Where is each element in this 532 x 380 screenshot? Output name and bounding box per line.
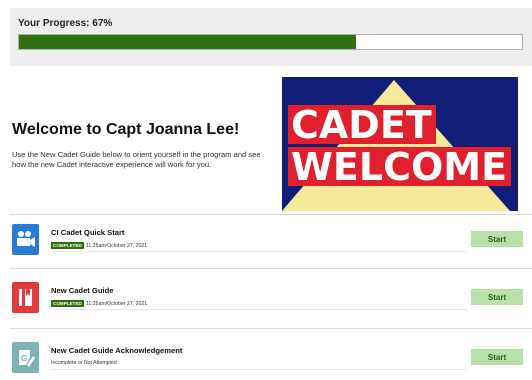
course-row-acknowledgement: G New Cadet Guide Acknowledgement Incomp…	[10, 334, 532, 380]
row-rule	[51, 251, 467, 252]
course-title[interactable]: New Cadet Guide	[51, 286, 113, 295]
course-title[interactable]: CI Cadet Quick Start	[51, 228, 124, 237]
row-rule	[51, 309, 467, 310]
progress-panel: Your Progress: 67%	[10, 8, 532, 66]
course-status: COMPLETED 11:25am/October 27, 2021	[51, 242, 147, 249]
divider	[10, 328, 532, 329]
divider	[10, 214, 532, 215]
course-row-new-cadet-guide: New Cadet Guide COMPLETED 11:25am/Octobe…	[10, 274, 532, 322]
document-edit-icon: G	[12, 342, 39, 373]
banner-word-cadet: CADET	[288, 105, 436, 144]
status-badge: COMPLETED	[51, 300, 84, 307]
progress-bar	[18, 34, 523, 50]
book-icon	[12, 282, 39, 313]
row-rule	[51, 369, 467, 370]
course-status: Incomplete or Not Attempted	[51, 360, 117, 366]
svg-text:G: G	[21, 354, 27, 363]
course-status: COMPLETED 11:25am/October 27, 2021	[51, 300, 147, 307]
progress-label: Your Progress: 67%	[18, 18, 113, 29]
start-button[interactable]: Start	[471, 231, 523, 247]
status-timestamp: 11:25am/October 27, 2021	[85, 300, 148, 307]
course-row-quick-start: CI Cadet Quick Start COMPLETED 11:25am/O…	[10, 216, 532, 264]
banner-word-welcome: WELCOME	[288, 147, 512, 186]
cadet-welcome-banner: CADET WELCOME	[282, 77, 518, 211]
course-title[interactable]: New Cadet Guide Acknowledgement	[51, 346, 182, 355]
start-button[interactable]: Start	[471, 349, 523, 365]
progress-bar-fill	[19, 35, 356, 49]
status-text: Incomplete or Not Attempted	[51, 360, 117, 366]
video-camera-icon	[12, 224, 39, 255]
status-timestamp: 11:25am/October 27, 2021	[85, 242, 148, 249]
divider	[10, 268, 532, 269]
start-button[interactable]: Start	[471, 289, 523, 305]
welcome-description: Use the New Cadet Guide below to orient …	[12, 150, 261, 169]
status-badge: COMPLETED	[51, 242, 84, 249]
page-title: Welcome to Capt Joanna Lee!	[12, 121, 240, 138]
